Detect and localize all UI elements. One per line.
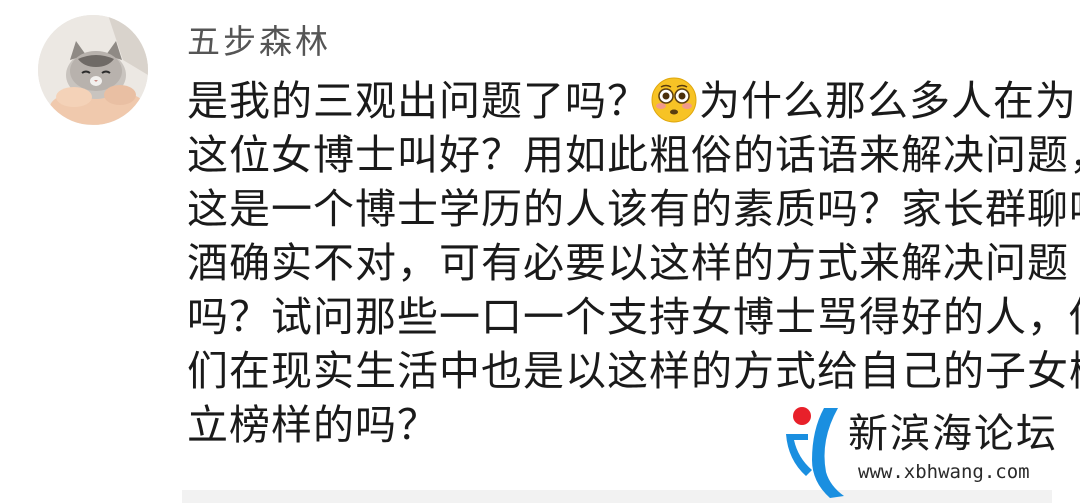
comment-line-4: 酒确实不对，可有必要以这样的方式来解决问题 <box>187 239 1069 287</box>
watermark-title: 新滨海论坛 <box>848 411 1058 457</box>
site-logo-icon <box>786 407 844 498</box>
comment-body: 是我的三观出问题了吗？ 为什么那么多人在为 这位女博士叫好？用如此粗俗的话语来解… <box>187 74 1080 452</box>
comment-line-2: 这位女博士叫好？用如此粗俗的话语来解决问题， <box>187 131 1080 179</box>
comment-line-1: 是我的三观出问题了吗？ 为什么那么多人在为 <box>187 74 1076 128</box>
avatar[interactable] <box>38 15 148 125</box>
author-name[interactable]: 五步森林 <box>187 22 331 62</box>
comment-screenshot: 五步森林 是我的三观出问题了吗？ 为什么那么多人在为 这位女博士叫好？用如此粗俗… <box>0 0 1080 503</box>
comment-line-6: 们在现实生活中也是以这样的方式给自己的子女树 <box>187 347 1080 395</box>
cat-photo-icon <box>38 15 148 125</box>
watermark-url: www.xbhwang.com <box>858 461 1030 483</box>
watermark: 新滨海论坛 www.xbhwang.com <box>778 400 1068 500</box>
comment-line-5: 吗？试问那些一口一个支持女博士骂得好的人，你 <box>187 293 1080 341</box>
comment-text-segment: 为什么那么多人在为 <box>699 77 1077 125</box>
flushed-face-icon <box>651 77 697 123</box>
comment-line-3: 这是一个博士学历的人该有的素质吗？家长群聊喝 <box>187 185 1080 233</box>
comment-text-segment: 是我的三观出问题了吗？ <box>187 77 649 125</box>
